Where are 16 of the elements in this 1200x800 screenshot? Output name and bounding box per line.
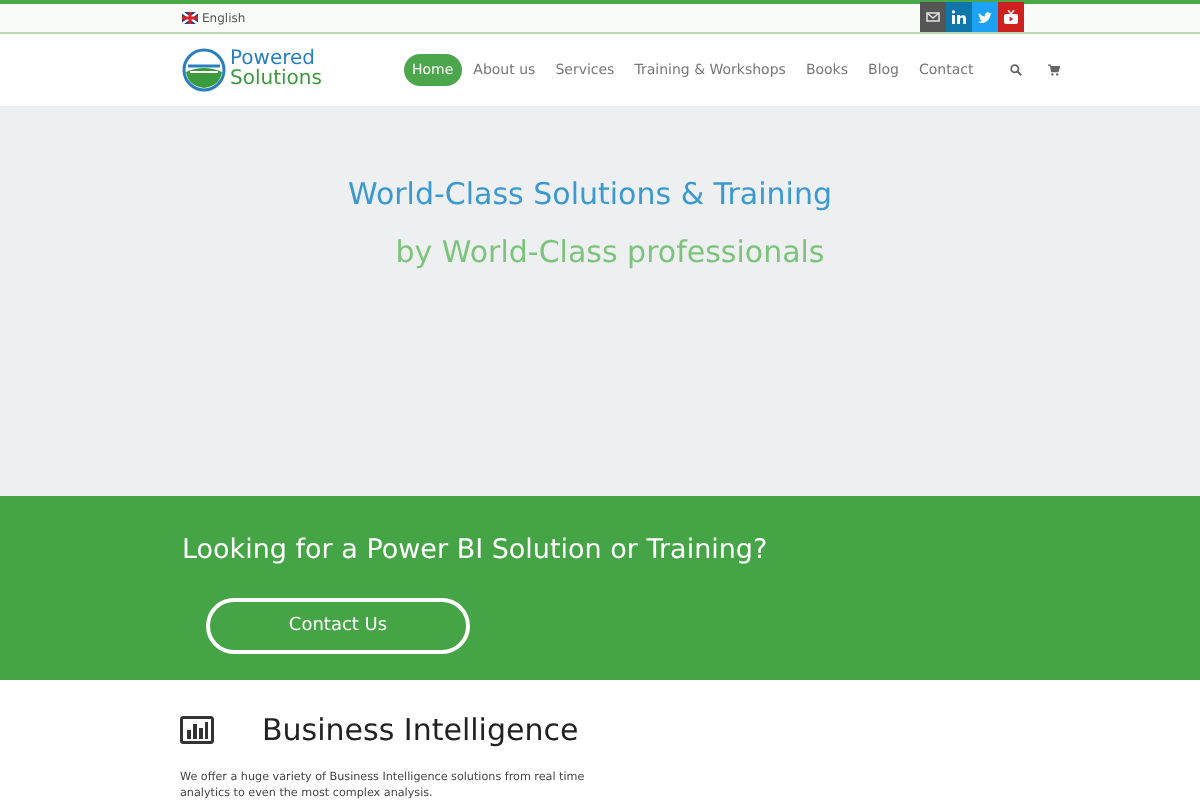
logo-text: Solutions [230,70,322,90]
linkedin-icon[interactable] [946,2,972,32]
hero-subtitle: by World-Class professionals [395,231,825,273]
hero-title: World-Class Solutions & Training [348,174,832,216]
logo-icon [182,48,226,92]
feature-title: Business Intelligence [262,710,579,752]
video-play-icon[interactable] [998,2,1024,32]
mail-icon[interactable] [920,2,946,32]
bar-chart-icon [180,716,214,745]
search-icon[interactable] [1009,64,1022,76]
logo-text: Powered [230,50,316,70]
bird-icon[interactable] [972,2,998,32]
cart-icon[interactable] [1047,64,1060,76]
contact-us-button[interactable]: Contact Us [206,598,470,655]
cta-heading: Looking for a Power BI Solution or Training? [182,532,770,570]
flag-icon [182,12,198,24]
